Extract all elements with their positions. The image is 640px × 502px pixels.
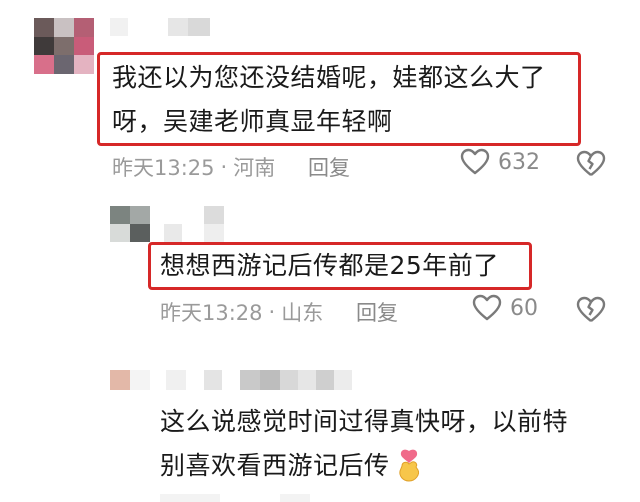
like-count: 60 xyxy=(510,295,538,321)
meta-separator: · xyxy=(220,155,228,179)
comment-text-line-1: 想想西游记后传都是25年前了 xyxy=(160,251,499,280)
comment-text-line-1: 我还以为您还没结婚呢，娃都这么大了 xyxy=(112,63,546,92)
comment-meta: 昨天13:25 · 河南 xyxy=(112,152,275,182)
avatar[interactable] xyxy=(110,206,150,242)
comment-text-line-2: 别喜欢看西游记后传 xyxy=(160,444,424,488)
comment-location: 河南 xyxy=(233,156,276,180)
comment-text-line-1: 这么说感觉时间过得真快呀，以前特 xyxy=(160,407,569,436)
comment-meta: 昨天13:28 · 山东 xyxy=(160,297,323,327)
heart-outline-icon xyxy=(460,148,490,176)
heart-outline-icon xyxy=(472,294,502,322)
avatar[interactable] xyxy=(34,18,94,74)
username[interactable] xyxy=(166,370,352,390)
comment-time: 昨天13:28 xyxy=(160,301,263,325)
like-count: 632 xyxy=(498,149,540,175)
like-button[interactable]: 60 xyxy=(472,294,538,322)
comment-text-line-2-text: 别喜欢看西游记后传 xyxy=(160,451,390,480)
reply-button[interactable]: 回复 xyxy=(308,152,350,182)
reply-button[interactable]: 回复 xyxy=(356,297,398,327)
finger-heart-emoji xyxy=(394,448,424,484)
faded-meta-row xyxy=(160,494,600,502)
comment-time: 昨天13:25 xyxy=(112,156,215,180)
avatar[interactable] xyxy=(110,370,150,390)
comment-text-line-2: 呀，吴建老师真显年轻啊 xyxy=(112,107,393,136)
broken-heart-icon[interactable] xyxy=(576,296,606,324)
meta-separator: · xyxy=(268,300,276,324)
username[interactable] xyxy=(164,206,224,242)
comment-location: 山东 xyxy=(281,301,324,325)
broken-heart-icon[interactable] xyxy=(576,150,606,178)
username[interactable] xyxy=(110,18,210,36)
like-button[interactable]: 632 xyxy=(460,148,540,176)
